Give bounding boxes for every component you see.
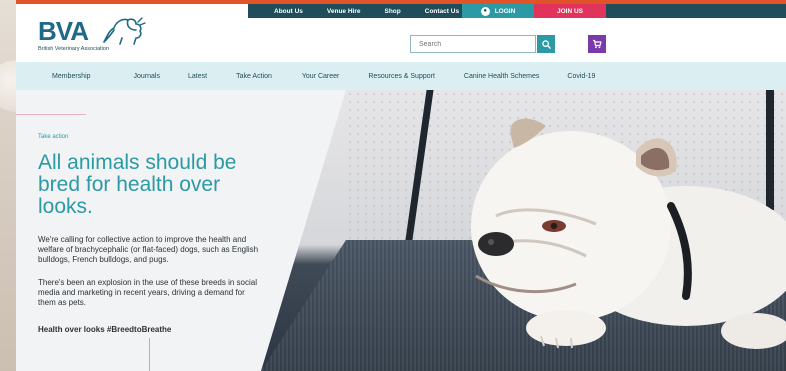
hero-paragraph: There's been an explosion in the use of …: [38, 278, 257, 307]
section-tag: Take action: [38, 134, 69, 140]
guide-line: [149, 338, 150, 371]
hero-headline: All animals should be bred for health ov…: [38, 151, 237, 218]
search-input[interactable]: [410, 35, 536, 53]
basket-button[interactable]: [588, 35, 606, 53]
screenshot-frame: About Us Venue Hire Shop Contact Us ● LO…: [0, 0, 786, 371]
guide-line: [16, 114, 86, 115]
hashtag-text: Health over looks #BreedtoBreathe: [38, 325, 172, 334]
top-link-about-us[interactable]: About Us: [248, 8, 315, 15]
join-us-button[interactable]: JOIN US: [534, 4, 606, 18]
bulldog-image: [471, 118, 786, 349]
lion-icon: [103, 17, 146, 45]
website-page: About Us Venue Hire Shop Contact Us ● LO…: [16, 0, 786, 371]
top-link-shop[interactable]: Shop: [373, 8, 413, 15]
logo-text: BVA: [38, 16, 89, 46]
login-label: LOGIN: [494, 7, 516, 15]
hero-paragraph: We're calling for collective action to i…: [38, 235, 259, 264]
login-button[interactable]: ● LOGIN: [462, 4, 534, 18]
nav-item-membership[interactable]: Membership: [52, 73, 91, 80]
bva-logo[interactable]: BVA British Veterinary Association: [38, 16, 148, 56]
hero-banner: Take action All animals should be bred f…: [16, 90, 786, 371]
user-icon: ●: [480, 6, 490, 16]
logo-subtitle: British Veterinary Association: [38, 46, 109, 52]
nav-item-latest[interactable]: Latest: [188, 73, 207, 80]
search-button[interactable]: [537, 35, 555, 53]
join-us-label: JOIN US: [556, 7, 583, 15]
nav-item-journals[interactable]: Journals: [134, 73, 160, 80]
cart-icon: [593, 39, 602, 49]
nav-item-canine-health-schemes[interactable]: Canine Health Schemes: [464, 73, 540, 80]
top-link-venue-hire[interactable]: Venue Hire: [315, 8, 373, 15]
nav-item-take-action[interactable]: Take Action: [236, 73, 272, 80]
nav-item-covid-19[interactable]: Covid-19: [567, 73, 595, 80]
main-navigation: Membership Journals Latest Take Action Y…: [16, 62, 786, 90]
nav-item-resources-support[interactable]: Resources & Support: [368, 73, 435, 80]
search-icon: [541, 39, 551, 49]
nav-item-your-career[interactable]: Your Career: [302, 73, 340, 80]
